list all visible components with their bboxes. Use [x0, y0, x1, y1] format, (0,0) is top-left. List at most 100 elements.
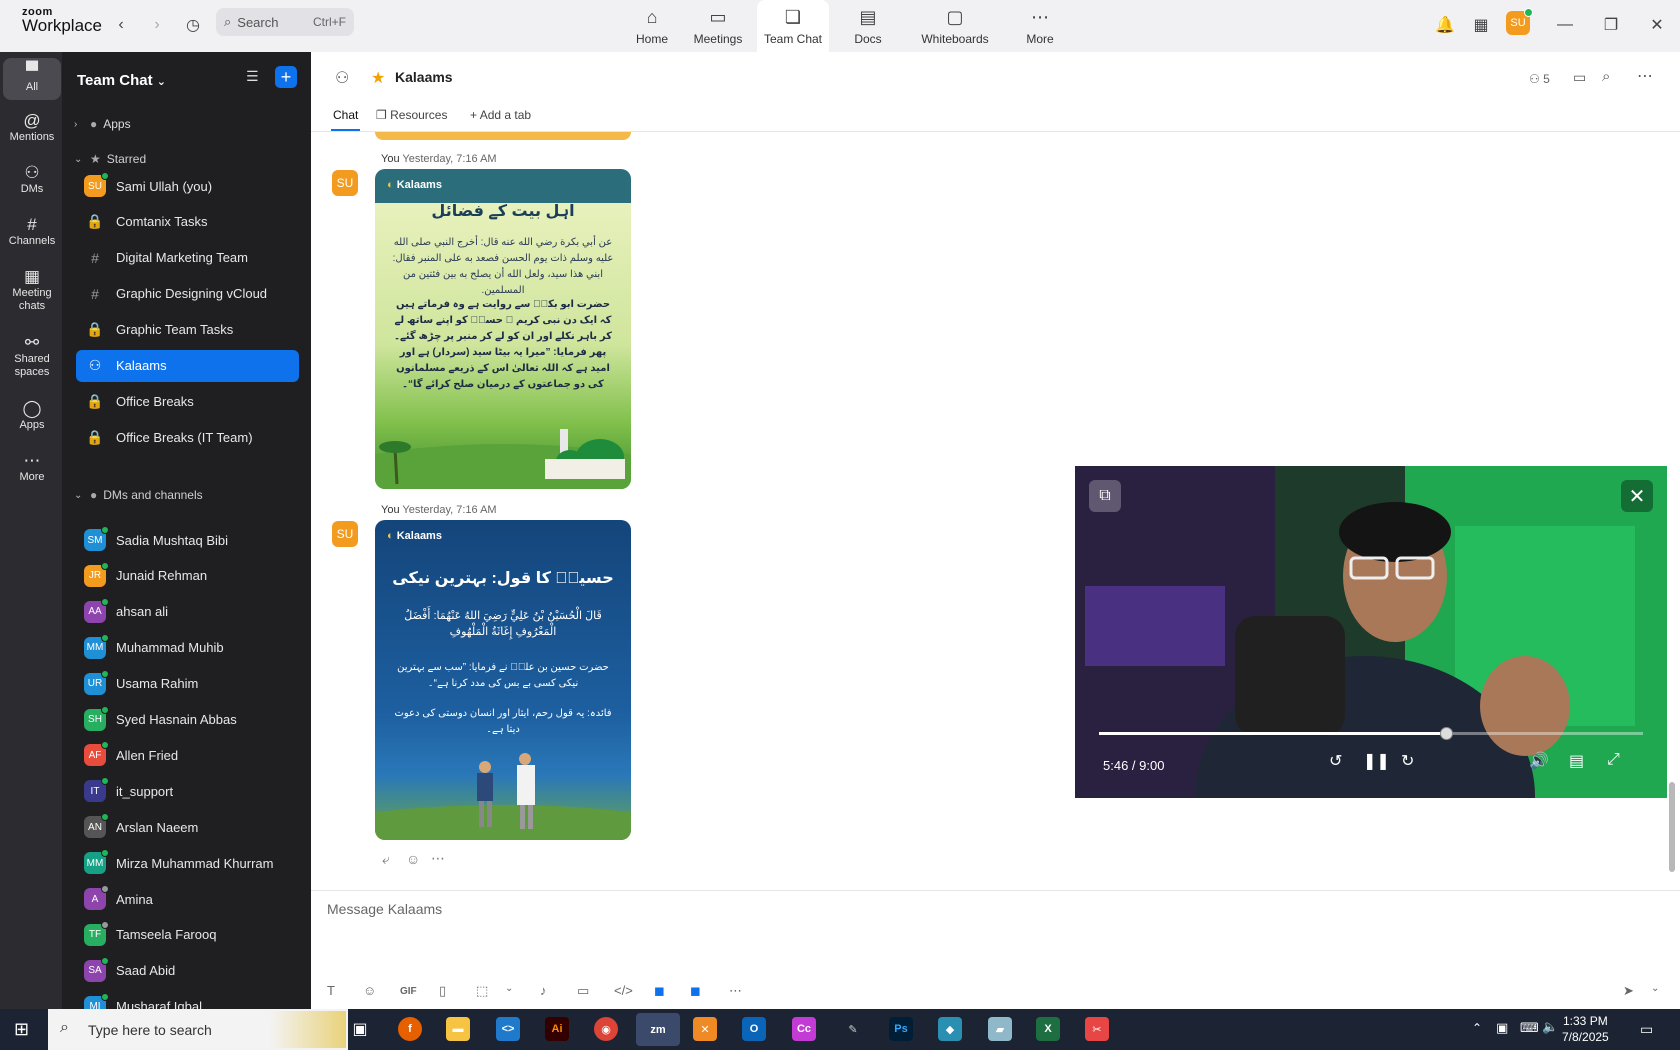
chat-app-icon[interactable]: ◼ [690, 983, 701, 999]
sidebar-item[interactable]: SU Sami Ullah (you) [76, 170, 299, 202]
sidebar-title[interactable]: Team Chat ⌄ [77, 72, 166, 89]
illustrator-icon[interactable]: Ai [545, 1017, 569, 1041]
sidebar-item[interactable]: MM Muhammad Muhib [76, 632, 299, 664]
zoom-taskbar-icon[interactable]: zm [636, 1013, 680, 1046]
section-apps[interactable]: › ● Apps [74, 117, 131, 131]
reply-icon[interactable]: ⤶ [382, 851, 390, 868]
volume-icon[interactable]: 🔈 [1542, 1019, 1558, 1035]
new-chat-button[interactable]: + [275, 66, 297, 88]
sidebar-item[interactable]: # Digital Marketing Team [76, 242, 299, 274]
rail-all[interactable]: ▀ All [3, 58, 61, 100]
image-card-hussain-quote[interactable]: Kalaams حسینؓ کا قول: بہترین نیکی قَالَ … [375, 520, 631, 840]
code-icon[interactable]: </> [614, 983, 633, 998]
back-arrow-icon[interactable]: ‹ [110, 14, 132, 36]
rail-channels[interactable]: # Channels [3, 216, 61, 248]
people-icon[interactable]: ⚇ [335, 68, 349, 88]
message-composer[interactable]: Message Kalaams T ☺ GIF ▯ ⬚ ⌄ ♪ ▭ </> ◼ … [311, 890, 1680, 1009]
nav-team-chat[interactable]: ❏ Team Chat [757, 0, 829, 52]
filter-icon[interactable]: ☰ [246, 68, 259, 85]
rail-mentions[interactable]: @ Mentions [3, 112, 61, 144]
member-count[interactable]: ⚇ 5 [1529, 72, 1550, 86]
rewind-10-icon[interactable]: ↺ [1329, 751, 1342, 771]
more-options-icon[interactable]: ⋯ [729, 983, 742, 999]
file-explorer-icon[interactable]: ▬ [446, 1017, 470, 1041]
sidebar-item[interactable]: AA ahsan ali [76, 596, 299, 628]
star-icon[interactable]: ★ [371, 68, 385, 88]
taskbar-search-input[interactable]: ⌕ Type here to search [48, 1009, 348, 1050]
rail-dms[interactable]: ⚇ DMs [3, 164, 61, 196]
rail-more[interactable]: ⋯ More [3, 452, 61, 484]
tab-resources[interactable]: ❐ Resources [376, 108, 447, 122]
nav-docs[interactable]: ▤ Docs [838, 0, 898, 52]
vscode-icon[interactable]: <> [496, 1017, 520, 1041]
sidebar-item[interactable]: MM Mirza Muhammad Khurram [76, 847, 299, 879]
tab-add[interactable]: + Add a tab [470, 108, 531, 122]
sidebar-item[interactable]: JR Junaid Rehman [76, 560, 299, 592]
scrollbar-thumb[interactable] [1669, 782, 1675, 872]
sidebar-item[interactable]: IT it_support [76, 775, 299, 807]
tray-app-icon[interactable]: ▣ [1496, 1020, 1508, 1036]
chevron-up-icon[interactable]: ⌃ [1472, 1021, 1482, 1035]
nav-whiteboards[interactable]: ▢ Whiteboards [912, 0, 998, 52]
close-icon[interactable]: ✕ [1621, 480, 1653, 512]
fullscreen-icon[interactable]: ⤢ [1607, 751, 1620, 769]
sidebar-item[interactable]: 🔒 Office Breaks [76, 385, 299, 417]
image-card-ahl-bait[interactable]: Kalaams اہل بیت کے فضائل عن أبي بكرة رضي… [375, 169, 631, 489]
sidebar-item[interactable]: A Amina [76, 883, 299, 915]
maximize-icon[interactable]: ❐ [1600, 14, 1622, 36]
forward-10-icon[interactable]: ↻ [1401, 751, 1414, 771]
snipping-tool-icon[interactable]: ✂ [1085, 1017, 1109, 1041]
more-options-icon[interactable]: ⋯ [1637, 66, 1653, 86]
sidebar-item[interactable]: AN Arslan Naeem [76, 811, 299, 843]
task-view-icon[interactable]: ▣ [348, 1017, 372, 1041]
sidebar-item[interactable]: AF Allen Fried [76, 739, 299, 771]
video-player-overlay[interactable]: ⧉ ✕ 5:46 / 9:00 ↺ ❚❚ ↻ 🔊 ▤ ⤢ [1075, 466, 1667, 798]
chevron-down-icon[interactable]: ⌄ [505, 983, 513, 994]
microphone-icon[interactable]: ♪ [540, 983, 547, 998]
nav-more[interactable]: ⋯ More [1010, 0, 1070, 52]
more-options-icon[interactable]: ⋯ [431, 850, 445, 867]
creative-cloud-icon[interactable]: Cc [792, 1017, 816, 1041]
send-icon[interactable]: ➤ [1623, 983, 1634, 999]
sidebar-item[interactable]: 🔒 Comtanix Tasks [76, 206, 299, 238]
pause-icon[interactable]: ❚❚ [1363, 751, 1390, 771]
taskbar-clock[interactable]: 1:33 PM 7/8/2025 [1562, 1013, 1609, 1045]
channel-name[interactable]: Kalaams [395, 69, 453, 85]
screenshot-icon[interactable]: ⬚ [476, 983, 488, 999]
video-message-icon[interactable]: ▭ [577, 983, 589, 999]
file-icon[interactable]: ▯ [439, 983, 446, 999]
excel-icon[interactable]: X [1036, 1017, 1060, 1041]
section-dms-channels[interactable]: ⌄ ● DMs and channels [74, 488, 203, 502]
gif-icon[interactable]: GIF [400, 986, 417, 997]
forward-arrow-icon[interactable]: › [146, 14, 168, 36]
volume-icon[interactable]: 🔊 [1529, 751, 1549, 771]
section-starred[interactable]: ⌄ ★ Starred [74, 152, 146, 166]
network-icon[interactable]: ⌨ [1520, 1020, 1539, 1036]
app-icon[interactable]: ◼ [654, 983, 665, 999]
pen-tool-icon[interactable]: ✎ [841, 1017, 865, 1041]
bell-icon[interactable]: 🔔 [1434, 14, 1456, 36]
history-icon[interactable]: ◷ [182, 14, 204, 36]
sidebar-item[interactable]: 🔒 Office Breaks (IT Team) [76, 421, 299, 453]
outlook-icon[interactable]: O [742, 1017, 766, 1041]
xampp-icon[interactable]: ✕ [693, 1017, 717, 1041]
sidebar-item[interactable]: UR Usama Rahim [76, 668, 299, 700]
captions-icon[interactable]: ▤ [1569, 751, 1584, 771]
emoji-icon[interactable]: ☺ [363, 983, 376, 998]
sidebar-item[interactable]: SH Syed Hasnain Abbas [76, 704, 299, 736]
sidebar-item[interactable]: ⚇ Kalaams [76, 349, 299, 382]
emoji-reaction-icon[interactable]: ☺ [406, 851, 420, 867]
windows-start-icon[interactable]: ⊞ [14, 1019, 29, 1040]
minimize-icon[interactable]: — [1554, 14, 1576, 36]
chrome-icon[interactable]: ◉ [594, 1017, 618, 1041]
nav-home[interactable]: ⌂ Home [622, 0, 682, 52]
video-call-icon[interactable]: ▭ [1573, 69, 1586, 86]
rail-apps[interactable]: ◯ Apps [3, 400, 61, 432]
picture-in-picture-icon[interactable]: ⧉ [1089, 480, 1121, 512]
search-icon[interactable]: ⌕ [1602, 68, 1610, 85]
rail-shared-spaces[interactable]: ⚯ Shared spaces [3, 334, 61, 379]
sidebar-item[interactable]: 🔒 Graphic Team Tasks [76, 314, 299, 346]
search-input[interactable]: ⌕ Search Ctrl+F [216, 8, 354, 36]
user-avatar[interactable]: SU [1506, 8, 1533, 35]
close-icon[interactable]: ✕ [1646, 14, 1668, 36]
